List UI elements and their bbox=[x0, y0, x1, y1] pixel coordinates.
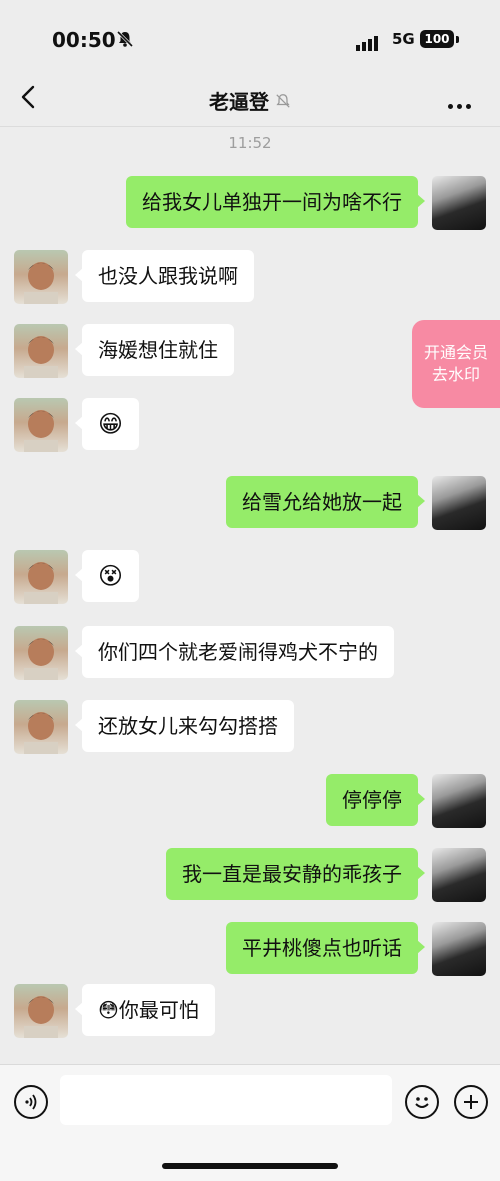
status-bar: 00:50 5G 100 bbox=[0, 0, 500, 70]
message-bubble[interactable]: 😵 bbox=[74, 550, 140, 602]
avatar-self[interactable] bbox=[432, 848, 486, 902]
voice-icon[interactable] bbox=[14, 1085, 48, 1119]
plus-icon[interactable] bbox=[454, 1085, 488, 1119]
avatar-contact[interactable] bbox=[14, 324, 68, 378]
signal-icon bbox=[356, 32, 380, 51]
message-bubble[interactable]: 给雪允给她放一起 bbox=[226, 476, 425, 528]
message-input[interactable] bbox=[60, 1075, 392, 1125]
message-list[interactable]: 11:52 给我女儿单独开一间为啥不行 也没人跟我说啊 海媛想住就住 😁 给雪允… bbox=[0, 126, 500, 1064]
avatar-contact[interactable] bbox=[14, 700, 68, 754]
message-bubble[interactable]: 海媛想住就住 bbox=[75, 324, 234, 376]
input-bar bbox=[0, 1064, 500, 1181]
status-time: 00:50 bbox=[52, 28, 116, 52]
promo-line-1: 开通会员 bbox=[423, 343, 488, 362]
message-bubble[interactable]: 还放女儿来勾勾搭搭 bbox=[75, 700, 294, 752]
promo-line-2: 去水印 bbox=[431, 365, 480, 384]
avatar-self[interactable] bbox=[432, 922, 486, 976]
avatar-contact[interactable] bbox=[14, 250, 68, 304]
battery-level: 100 bbox=[424, 32, 450, 46]
smile-icon[interactable] bbox=[405, 1085, 439, 1119]
message-timestamp: 11:52 bbox=[228, 134, 272, 152]
avatar-self[interactable] bbox=[432, 774, 486, 828]
message-bubble[interactable]: 停停停 bbox=[326, 774, 425, 826]
promo-remove-watermark-button[interactable]: 开通会员 去水印 bbox=[412, 320, 500, 408]
chat-title: 老逼登 bbox=[209, 90, 269, 114]
message-bubble[interactable]: 我一直是最安静的乖孩子 bbox=[166, 848, 425, 900]
avatar-contact[interactable] bbox=[14, 398, 68, 452]
message-bubble[interactable]: 😳你最可怕 bbox=[75, 984, 215, 1036]
avatar-contact[interactable] bbox=[14, 550, 68, 604]
bell-off-icon bbox=[116, 30, 134, 48]
avatar-contact[interactable] bbox=[14, 984, 68, 1038]
avatar-self[interactable] bbox=[432, 176, 486, 230]
message-bubble[interactable]: 你们四个就老爱闹得鸡犬不宁的 bbox=[75, 626, 394, 678]
chat-header: 老逼登 bbox=[0, 70, 500, 127]
network-type: 5G bbox=[392, 30, 415, 48]
avatar-self[interactable] bbox=[432, 476, 486, 530]
message-bubble[interactable]: 给我女儿单独开一间为啥不行 bbox=[126, 176, 425, 228]
mute-bell-icon bbox=[276, 93, 290, 108]
battery-icon: 100 bbox=[420, 30, 454, 48]
message-bubble[interactable]: 也没人跟我说啊 bbox=[75, 250, 254, 302]
message-bubble[interactable]: 平井桃傻点也听话 bbox=[226, 922, 425, 974]
message-bubble[interactable]: 😁 bbox=[74, 398, 140, 450]
more-dots-icon[interactable] bbox=[448, 94, 475, 113]
home-indicator bbox=[162, 1163, 338, 1169]
avatar-contact[interactable] bbox=[14, 626, 68, 680]
